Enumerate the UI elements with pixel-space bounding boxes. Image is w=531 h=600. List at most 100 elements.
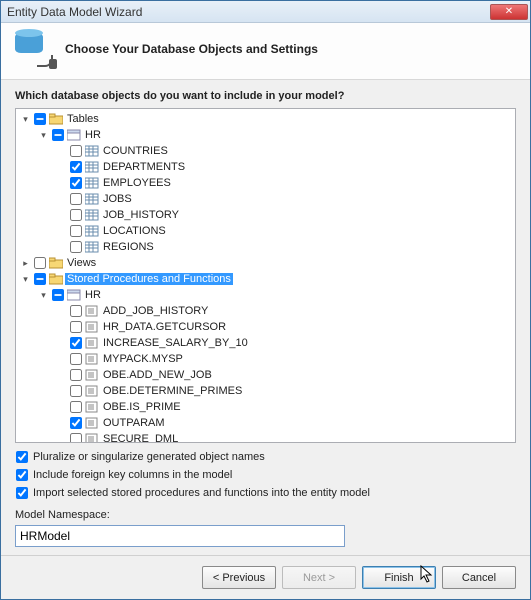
tree-checkbox[interactable] xyxy=(70,305,82,317)
tables-checkbox[interactable] xyxy=(34,113,46,125)
namespace-label: Model Namespace: xyxy=(15,509,516,521)
tree-item-label: OUTPARAM xyxy=(101,417,167,429)
tree-item-label: MYPACK.MYSP xyxy=(101,353,185,365)
schema-icon xyxy=(67,289,81,301)
proc-icon xyxy=(85,401,99,413)
tree-item-label: SECURE_DML xyxy=(101,433,180,443)
fk-checkbox[interactable] xyxy=(16,469,28,481)
sprocs-label: Stored Procedures and Functions xyxy=(65,273,233,285)
tree-item[interactable]: ▸ JOB_HISTORY xyxy=(54,207,515,223)
expand-icon[interactable]: ▸ xyxy=(20,258,31,269)
tree-item-label: EMPLOYEES xyxy=(101,177,173,189)
footer: < Previous Next > Finish Cancel xyxy=(1,555,530,599)
tree-item[interactable]: ▸ COUNTRIES xyxy=(54,143,515,159)
tree-item[interactable]: ▸ EMPLOYEES xyxy=(54,175,515,191)
tree-checkbox[interactable] xyxy=(70,433,82,443)
prompt-text: Which database objects do you want to in… xyxy=(15,90,516,102)
sprocs-checkbox[interactable] xyxy=(34,273,46,285)
tree-checkbox[interactable] xyxy=(70,161,82,173)
table-icon xyxy=(85,241,99,253)
tree-checkbox[interactable] xyxy=(70,401,82,413)
tree-item[interactable]: ▸ OBE.DETERMINE_PRIMES xyxy=(54,383,515,399)
tree-item-label: HR_DATA.GETCURSOR xyxy=(101,321,228,333)
tree-checkbox[interactable] xyxy=(70,209,82,221)
table-icon xyxy=(85,145,99,157)
tree-item-label: COUNTRIES xyxy=(101,145,170,157)
folder-icon xyxy=(49,113,63,125)
folder-icon xyxy=(49,273,63,285)
tree-checkbox[interactable] xyxy=(70,337,82,349)
tree-checkbox[interactable] xyxy=(70,369,82,381)
sprocs-hr-label: HR xyxy=(83,289,103,301)
previous-button[interactable]: < Previous xyxy=(202,566,276,589)
tables-hr-checkbox[interactable] xyxy=(52,129,64,141)
tree-item-label: REGIONS xyxy=(101,241,156,253)
tree-item[interactable]: ▸ OBE.IS_PRIME xyxy=(54,399,515,415)
option-import-sprocs[interactable]: Import selected stored procedures and fu… xyxy=(15,487,516,499)
tree-checkbox[interactable] xyxy=(70,177,82,189)
tree-item[interactable]: ▸ OUTPARAM xyxy=(54,415,515,431)
tree-item-label: OBE.IS_PRIME xyxy=(101,401,183,413)
import-sprocs-label: Import selected stored procedures and fu… xyxy=(33,487,370,499)
object-tree[interactable]: ▾ Tables ▾ HR ▸ COUNTRIES ▸ DEPARTMENTS … xyxy=(15,108,516,443)
tree-item[interactable]: ▸ HR_DATA.GETCURSOR xyxy=(54,319,515,335)
collapse-icon[interactable]: ▾ xyxy=(38,290,49,301)
tree-checkbox[interactable] xyxy=(70,145,82,157)
schema-icon xyxy=(67,129,81,141)
tree-item-label: INCREASE_SALARY_BY_10 xyxy=(101,337,250,349)
titlebar: Entity Data Model Wizard ✕ xyxy=(1,1,530,23)
table-icon xyxy=(85,177,99,189)
tree-node-views[interactable]: ▸ Views xyxy=(18,255,515,271)
tree-item-label: JOBS xyxy=(101,193,134,205)
folder-icon xyxy=(49,257,63,269)
tree-item[interactable]: ▸ INCREASE_SALARY_BY_10 xyxy=(54,335,515,351)
proc-icon xyxy=(85,417,99,429)
proc-icon xyxy=(85,433,99,443)
tree-item[interactable]: ▸ SECURE_DML xyxy=(54,431,515,443)
tree-checkbox[interactable] xyxy=(70,225,82,237)
option-fk[interactable]: Include foreign key columns in the model xyxy=(15,469,516,481)
tree-checkbox[interactable] xyxy=(70,321,82,333)
window-title: Entity Data Model Wizard xyxy=(7,5,142,19)
wizard-window: Entity Data Model Wizard ✕ Choose Your D… xyxy=(0,0,531,600)
tree-item[interactable]: ▸ DEPARTMENTS xyxy=(54,159,515,175)
proc-icon xyxy=(85,369,99,381)
tree-node-tables[interactable]: ▾ Tables xyxy=(18,111,515,127)
proc-icon xyxy=(85,305,99,317)
tree-node-sprocs-hr[interactable]: ▾ HR xyxy=(36,287,515,303)
tree-item[interactable]: ▸ ADD_JOB_HISTORY xyxy=(54,303,515,319)
cancel-button[interactable]: Cancel xyxy=(442,566,516,589)
tree-node-tables-hr[interactable]: ▾ HR xyxy=(36,127,515,143)
tree-node-sprocs[interactable]: ▾ Stored Procedures and Functions xyxy=(18,271,515,287)
tree-checkbox[interactable] xyxy=(70,417,82,429)
tree-checkbox[interactable] xyxy=(70,241,82,253)
pluralize-checkbox[interactable] xyxy=(16,451,28,463)
next-button[interactable]: Next > xyxy=(282,566,356,589)
tree-item[interactable]: ▸ JOBS xyxy=(54,191,515,207)
sprocs-hr-checkbox[interactable] xyxy=(52,289,64,301)
window-close-button[interactable]: ✕ xyxy=(490,4,528,20)
tree-item[interactable]: ▸ REGIONS xyxy=(54,239,515,255)
fk-label: Include foreign key columns in the model xyxy=(33,469,232,481)
tree-item-label: OBE.DETERMINE_PRIMES xyxy=(101,385,244,397)
header-title: Choose Your Database Objects and Setting… xyxy=(65,42,318,56)
tree-checkbox[interactable] xyxy=(70,193,82,205)
finish-button[interactable]: Finish xyxy=(362,566,436,589)
proc-icon xyxy=(85,321,99,333)
tree-item-label: ADD_JOB_HISTORY xyxy=(101,305,210,317)
import-sprocs-checkbox[interactable] xyxy=(16,487,28,499)
collapse-icon[interactable]: ▾ xyxy=(20,114,31,125)
tree-checkbox[interactable] xyxy=(70,353,82,365)
tree-checkbox[interactable] xyxy=(70,385,82,397)
table-icon xyxy=(85,161,99,173)
views-checkbox[interactable] xyxy=(34,257,46,269)
namespace-input[interactable] xyxy=(15,525,345,547)
tree-item[interactable]: ▸ LOCATIONS xyxy=(54,223,515,239)
tree-item[interactable]: ▸ MYPACK.MYSP xyxy=(54,351,515,367)
tree-item[interactable]: ▸ OBE.ADD_NEW_JOB xyxy=(54,367,515,383)
option-pluralize[interactable]: Pluralize or singularize generated objec… xyxy=(15,451,516,463)
table-icon xyxy=(85,193,99,205)
collapse-icon[interactable]: ▾ xyxy=(38,130,49,141)
views-label: Views xyxy=(65,257,98,269)
collapse-icon[interactable]: ▾ xyxy=(20,274,31,285)
